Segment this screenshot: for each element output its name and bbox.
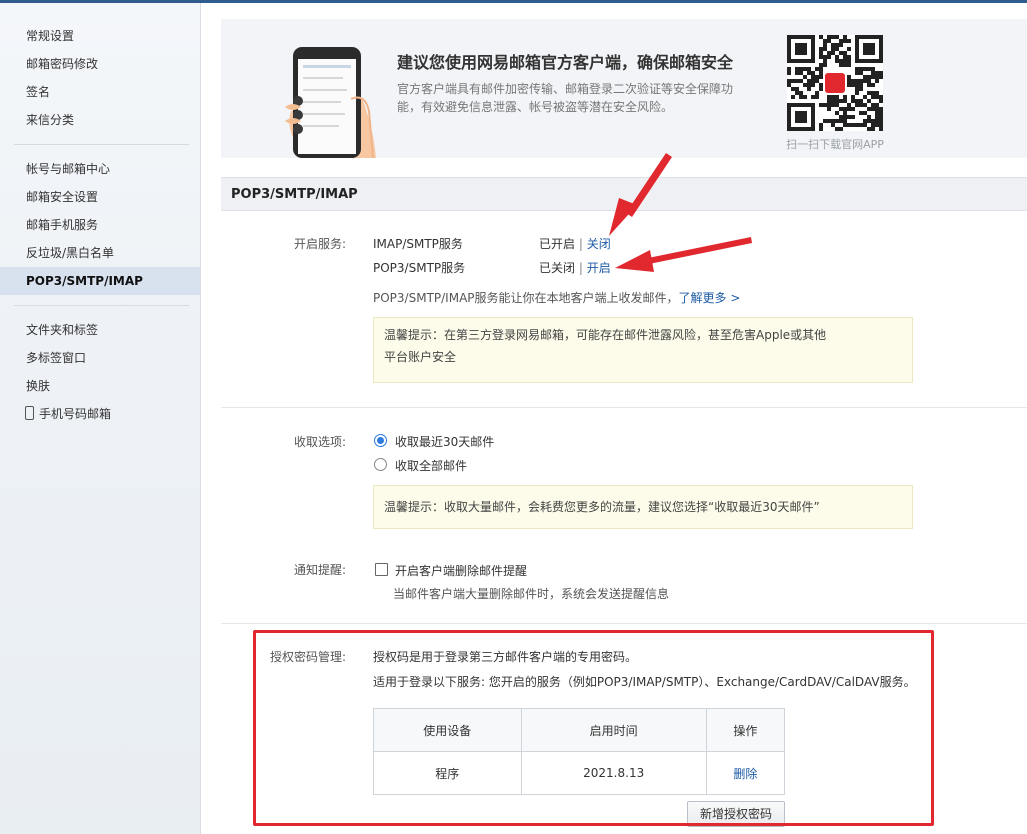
nav-divider	[14, 305, 189, 306]
learn-more-link[interactable]: 了解更多 >	[679, 291, 741, 305]
pop3-enable-link[interactable]: 开启	[587, 261, 611, 275]
imap-service-status-row: 已开启 | 关闭	[539, 235, 611, 252]
settings-sidebar: 常规设置 邮箱密码修改 签名 来信分类 帐号与邮箱中心 邮箱安全设置 邮箱手机服…	[0, 3, 201, 834]
services-warning-tip: 温馨提示：在第三方登录网易邮箱，可能存在邮件泄露风险，甚至危害Apple或其他平…	[373, 317, 913, 383]
download-app-qr-code	[787, 35, 883, 131]
delete-reminder-checkbox[interactable]	[375, 563, 388, 576]
pop3-status: 已关闭	[539, 261, 576, 275]
main-content: 建议您使用网易邮箱官方客户端，确保邮箱安全 官方客户端具有邮件加密传输、邮箱登录…	[201, 3, 1027, 834]
banner-title: 建议您使用网易邮箱官方客户端，确保邮箱安全	[397, 53, 734, 72]
pop3-service-status-row: 已关闭 | 开启	[539, 259, 611, 276]
nav-signature[interactable]: 签名	[0, 78, 200, 106]
fetch-warning-tip: 温馨提示：收取大量邮件，会耗费您更多的流量，建议您选择“收取最近30天邮件”	[373, 485, 913, 529]
nav-spam-blacklist[interactable]: 反垃圾/黑白名单	[0, 239, 200, 267]
fetch-recent-30-days-radio[interactable]	[374, 434, 387, 447]
fetch-all-mail-radio[interactable]	[374, 458, 387, 471]
fetch-recent-30-days-label[interactable]: 收取最近30天邮件	[395, 433, 494, 450]
imap-disable-link[interactable]: 关闭	[587, 237, 611, 251]
nav-pop3-smtp-imap[interactable]: POP3/SMTP/IMAP	[0, 267, 200, 295]
pop3-service-name: POP3/SMTP服务	[373, 261, 466, 275]
nav-multi-tab-window[interactable]: 多标签窗口	[0, 344, 200, 372]
section-title: POP3/SMTP/IMAP	[221, 177, 1027, 211]
separator: |	[578, 261, 583, 275]
services-description-text: POP3/SMTP/IMAP服务能让你在本地客户端上收发邮件，	[373, 291, 679, 305]
imap-status: 已开启	[539, 237, 576, 251]
delete-reminder-description: 当邮件客户端大量删除邮件时，系统会发送提醒信息	[393, 587, 670, 601]
qr-caption: 扫一扫下载官网APP	[786, 138, 884, 151]
phone-in-hand-illustration	[285, 47, 376, 158]
client-promo-banner: 建议您使用网易邮箱官方客户端，确保邮箱安全 官方客户端具有邮件加密传输、邮箱登录…	[221, 19, 1027, 158]
separator: |	[578, 237, 583, 251]
imap-service-name: IMAP/SMTP服务	[373, 237, 463, 251]
banner-description: 官方客户端具有邮件加密传输、邮箱登录二次验证等安全保障功能，有效避免信息泄露、帐…	[397, 82, 734, 114]
nav-folders-labels[interactable]: 文件夹和标签	[0, 316, 200, 344]
services-description: POP3/SMTP/IMAP服务能让你在本地客户端上收发邮件，了解更多 >	[373, 289, 740, 306]
delete-reminder-label[interactable]: 开启客户端删除邮件提醒	[395, 562, 527, 579]
nav-general-settings[interactable]: 常规设置	[0, 22, 200, 50]
nav-divider	[14, 144, 189, 145]
section-divider	[221, 623, 1027, 624]
nav-account-center[interactable]: 帐号与邮箱中心	[0, 155, 200, 183]
notify-label: 通知提醒:	[293, 563, 346, 577]
section-divider	[221, 407, 1027, 408]
nav-mobile-service[interactable]: 邮箱手机服务	[0, 211, 200, 239]
mobile-phone-icon	[25, 406, 34, 420]
nav-skin[interactable]: 换肤	[0, 372, 200, 400]
fetch-all-mail-label[interactable]: 收取全部邮件	[395, 457, 467, 474]
nav-password-change[interactable]: 邮箱密码修改	[0, 50, 200, 78]
fetch-options-label: 收取选项:	[293, 435, 346, 449]
nav-phone-number-mail[interactable]: 手机号码邮箱	[0, 400, 200, 428]
annotation-highlight-box	[253, 630, 934, 826]
nav-security-settings[interactable]: 邮箱安全设置	[0, 183, 200, 211]
nav-phone-number-mail-label: 手机号码邮箱	[39, 407, 112, 421]
nav-mail-classification[interactable]: 来信分类	[0, 106, 200, 134]
services-label: 开启服务:	[293, 237, 346, 251]
